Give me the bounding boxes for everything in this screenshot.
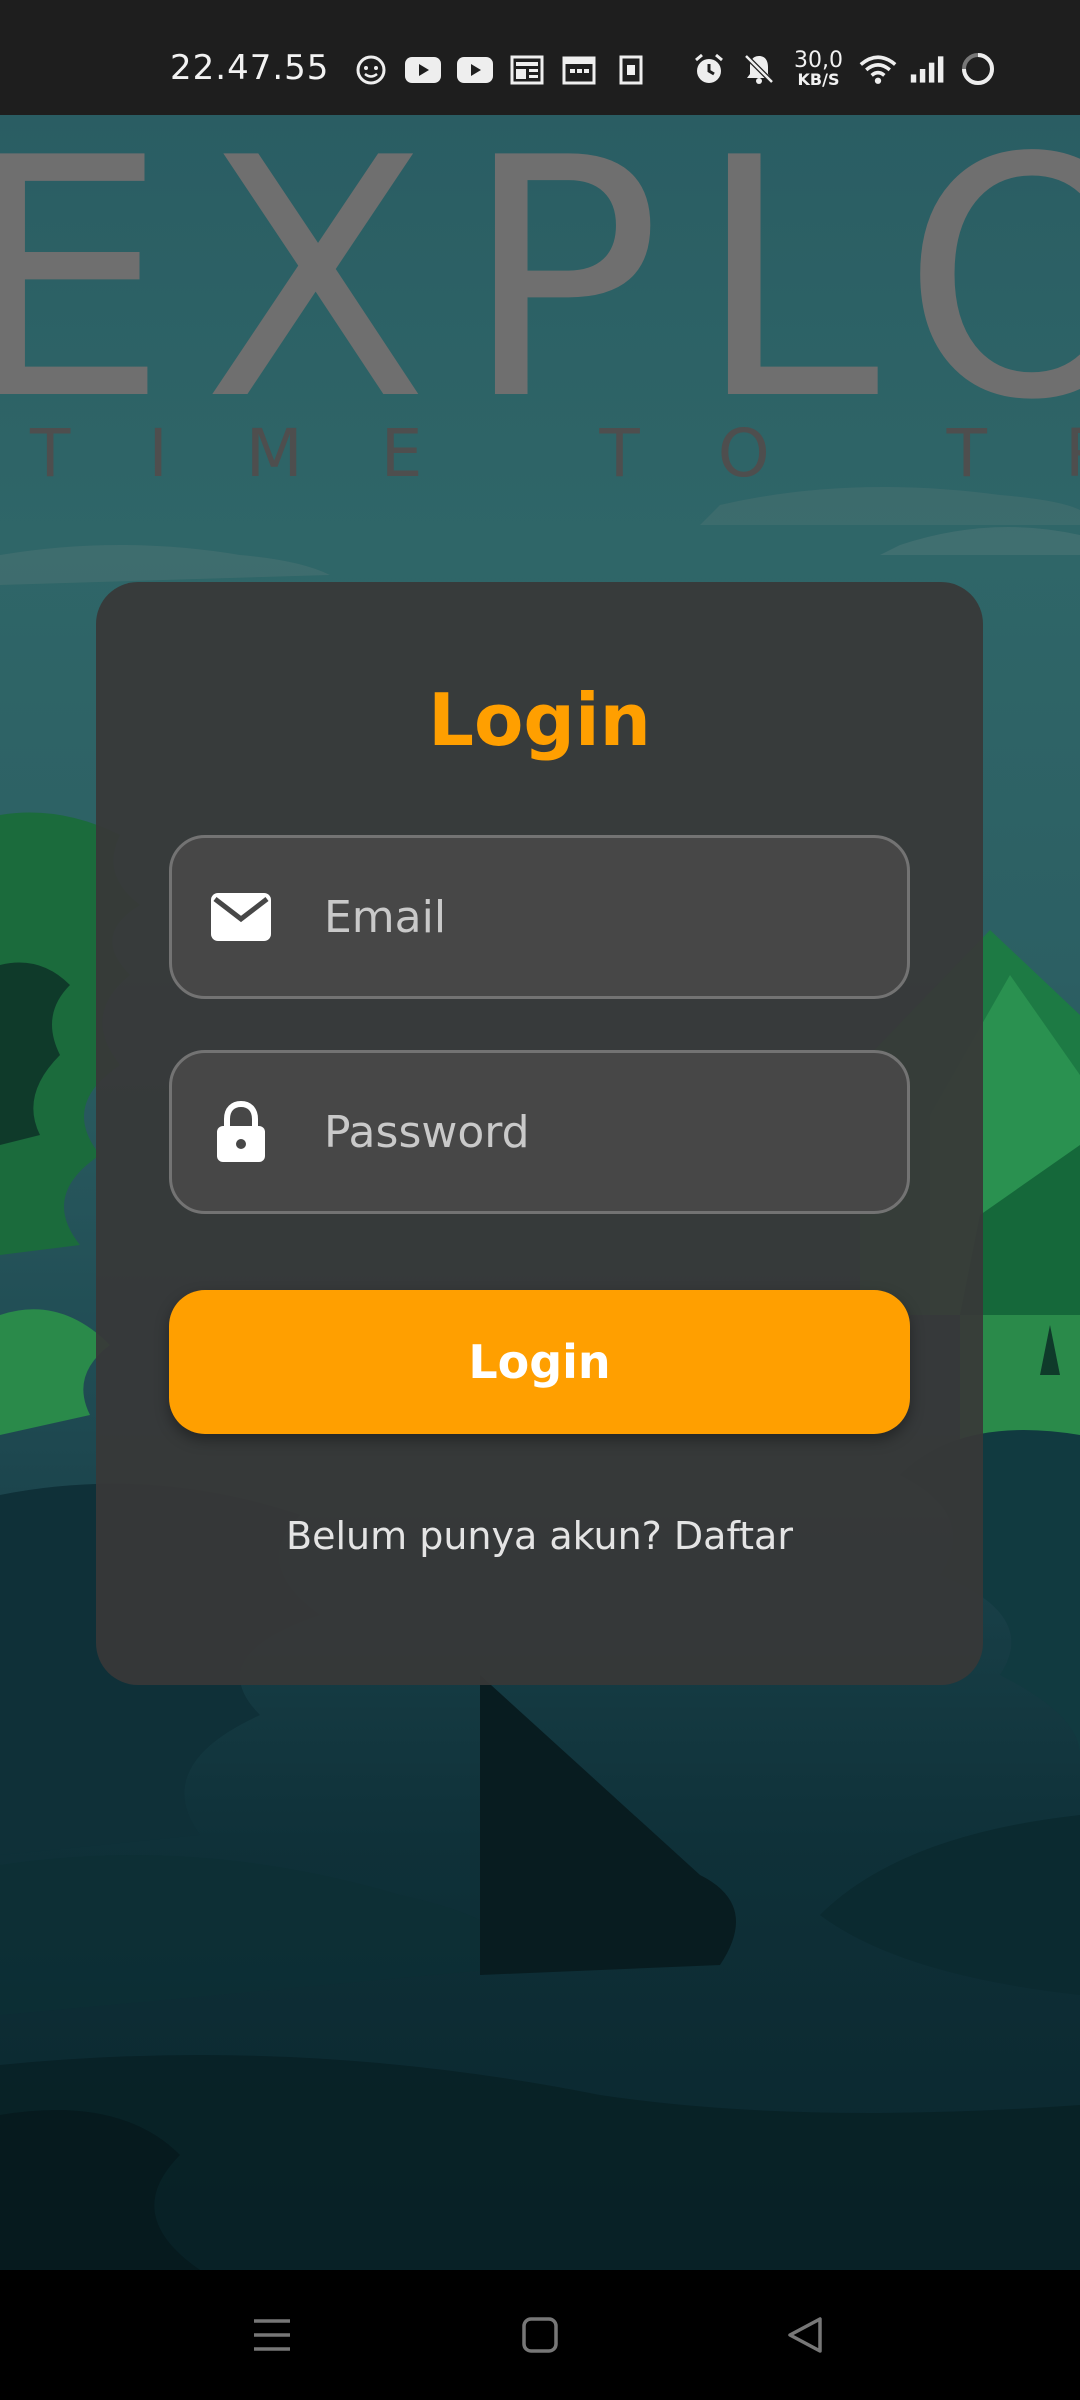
travel-tagline: TIME TO TRAVEL — [30, 415, 1080, 492]
screen: 22.47.55 30,0 KB/S EXPLO TIME TO T Login… — [0, 0, 1080, 2400]
register-link[interactable]: Belum punya akun? Daftar — [96, 1514, 983, 1558]
bell-off-icon — [740, 53, 778, 85]
email-field[interactable] — [169, 835, 910, 999]
navigation-bar — [0, 2270, 1080, 2400]
wifi-icon — [859, 53, 897, 85]
network-speed-unit: KB/S — [797, 70, 840, 89]
news-icon — [508, 54, 546, 86]
system-icons: 30,0 KB/S — [690, 50, 997, 88]
menu-icon[interactable] — [237, 2300, 307, 2370]
status-bar: 22.47.55 30,0 KB/S — [0, 0, 1080, 115]
network-speed-value: 30,0 — [794, 48, 843, 73]
signal-icon — [909, 53, 947, 85]
lock-icon — [210, 1101, 272, 1163]
calendar-icon — [560, 54, 598, 86]
notification-icons — [352, 54, 650, 86]
home-icon[interactable] — [505, 2300, 575, 2370]
sim-icon — [612, 54, 650, 86]
login-button[interactable]: Login — [169, 1290, 910, 1434]
network-speed: 30,0 KB/S — [794, 50, 843, 88]
mail-icon — [210, 886, 272, 948]
login-card: Login Login Belum punya akun? Daftar — [96, 582, 983, 1685]
youtube-icon — [404, 54, 442, 86]
password-field[interactable] — [169, 1050, 910, 1214]
back-icon[interactable] — [770, 2300, 840, 2370]
alarm-icon — [690, 53, 728, 85]
password-input[interactable] — [324, 1053, 907, 1211]
face-icon — [352, 54, 390, 86]
youtube-icon — [456, 54, 494, 86]
status-time: 22.47.55 — [170, 48, 330, 88]
email-input[interactable] — [324, 838, 907, 996]
battery-ring-icon — [959, 53, 997, 85]
explore-headline: EXPLORE — [0, 115, 1080, 472]
login-title: Login — [428, 678, 651, 762]
